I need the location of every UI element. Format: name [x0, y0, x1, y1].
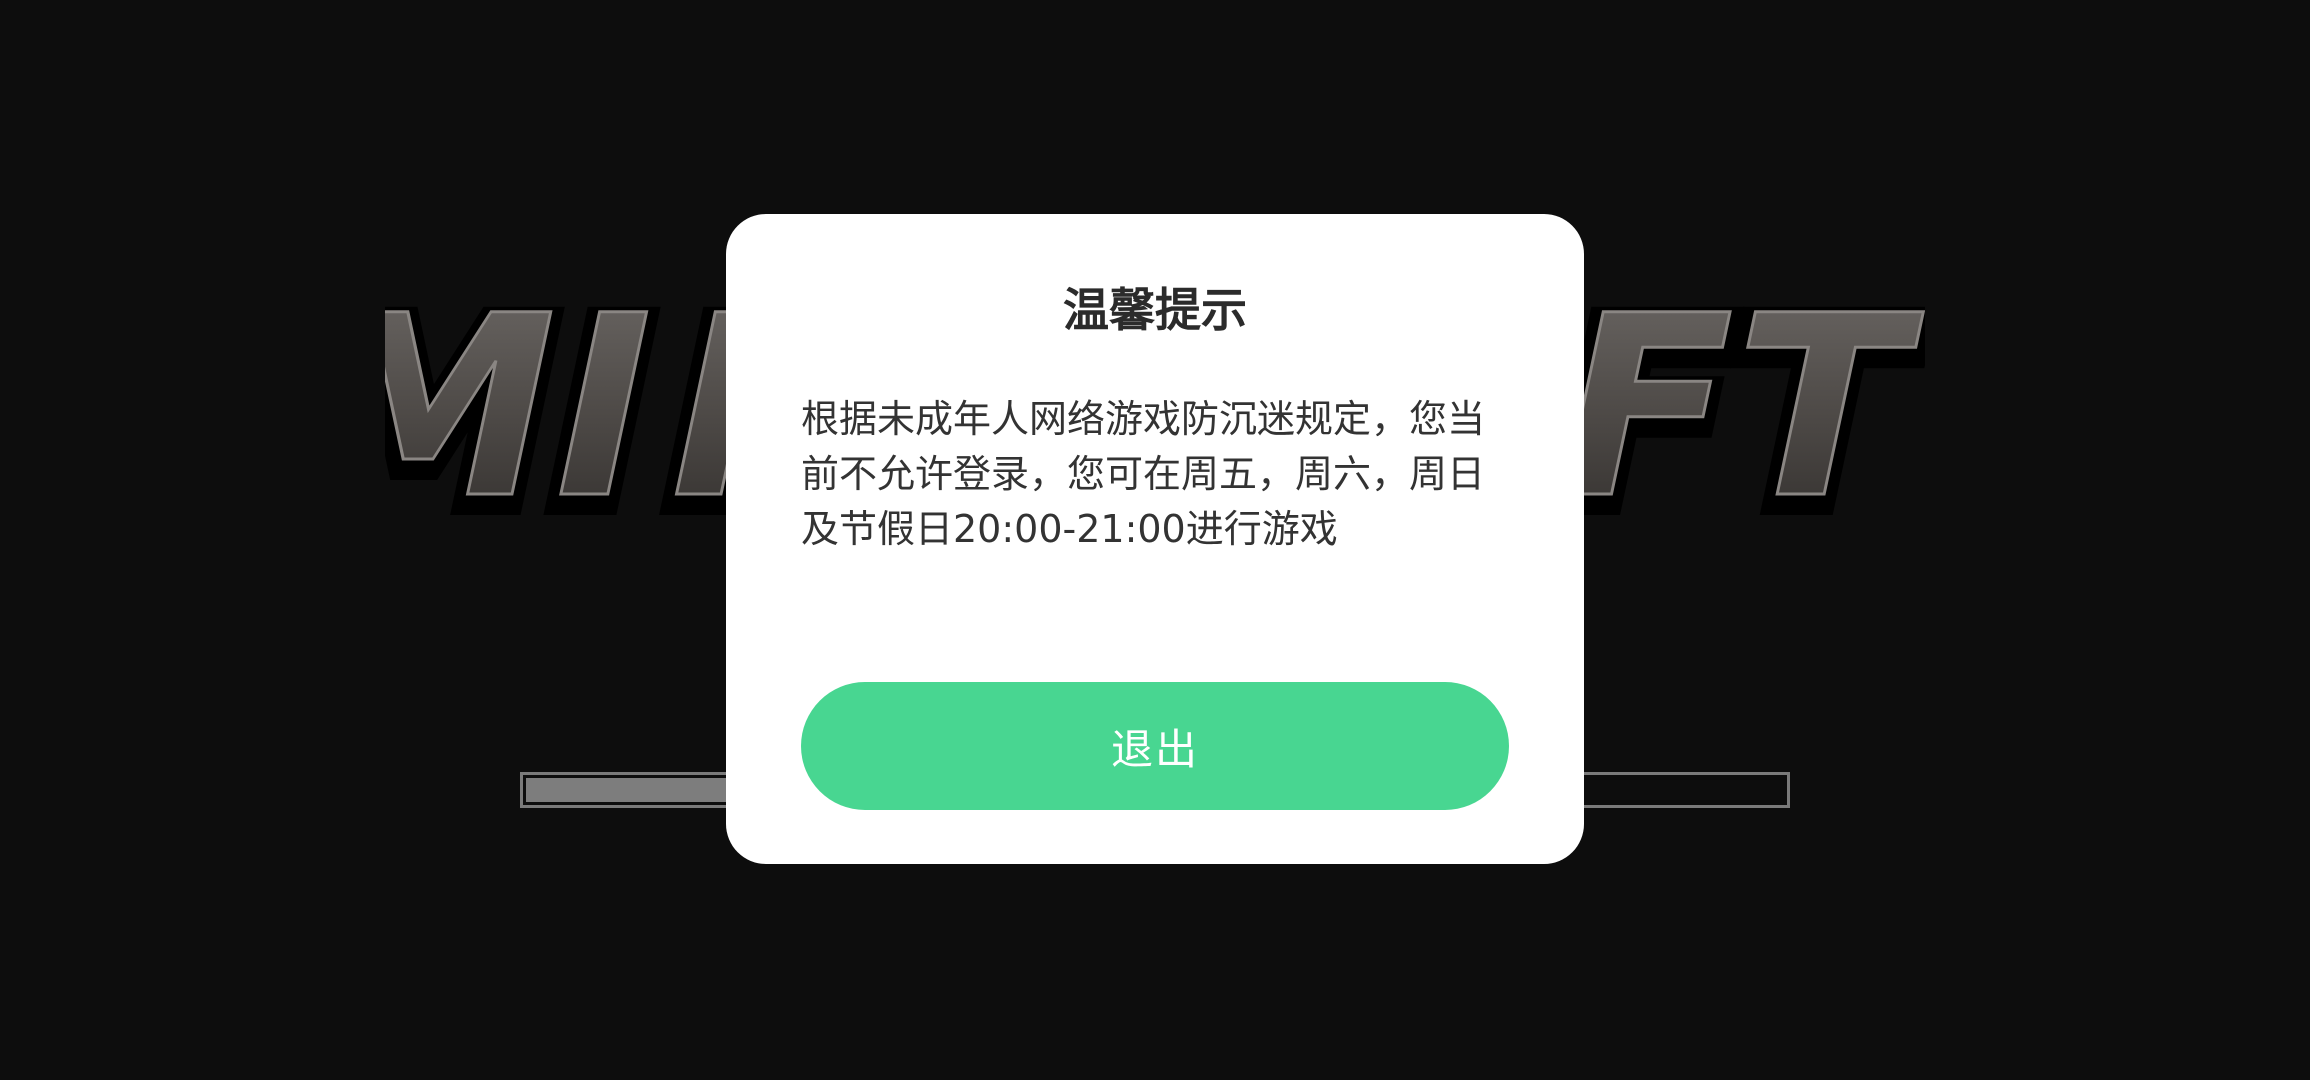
exit-button[interactable]: 退出 — [801, 682, 1509, 810]
dialog-title: 温馨提示 — [1063, 283, 1247, 337]
dialog-message: 根据未成年人网络游戏防沉迷规定，您当前不允许登录，您可在周五，周六，周日及节假日… — [801, 397, 1486, 551]
game-screen: MMIINNEECCRRAAFFTT 温馨提示 根据未成年人网络游戏防沉迷规定，… — [0, 0, 2310, 1080]
notice-dialog: 温馨提示 根据未成年人网络游戏防沉迷规定，您当前不允许登录，您可在周五，周六，周… — [726, 214, 1584, 864]
loading-progress-fill — [526, 778, 727, 802]
